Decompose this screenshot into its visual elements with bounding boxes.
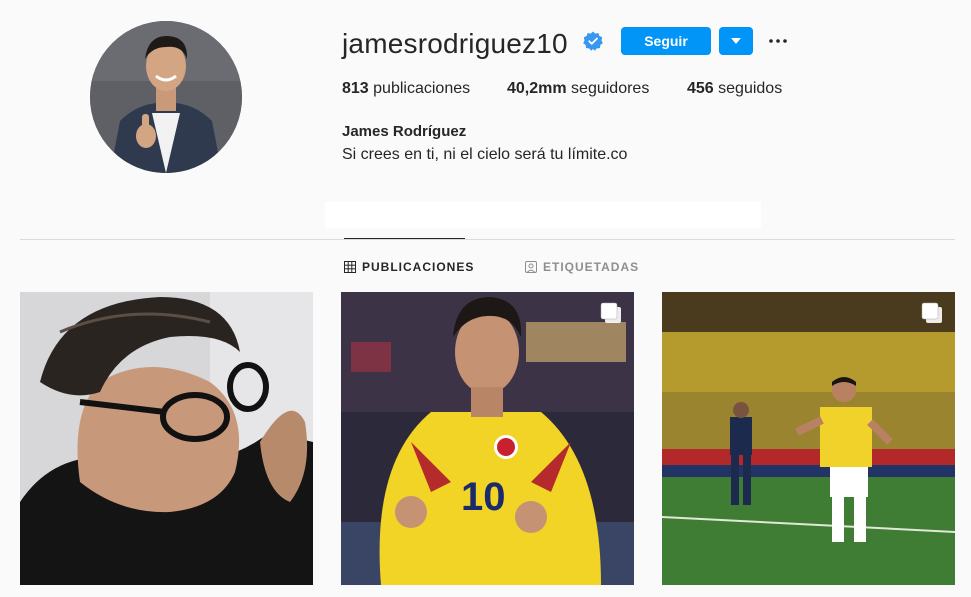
post-thumbnail[interactable]: [662, 292, 955, 585]
active-tab-indicator: [344, 238, 465, 239]
followers-count: 40,2mm: [507, 80, 567, 97]
follow-button[interactable]: Seguir: [621, 27, 711, 55]
grid-icon: [344, 261, 356, 273]
posts-count-stat: 813 publicaciones: [342, 80, 507, 102]
caret-down-icon: [731, 38, 741, 44]
tab-posts[interactable]: PUBLICACIONES: [344, 259, 474, 275]
profile-avatar[interactable]: [90, 21, 242, 173]
svg-text:10: 10: [461, 475, 506, 519]
posts-label: publicaciones: [373, 80, 471, 97]
profile-full-name: James Rodríguez: [342, 123, 467, 140]
carousel-icon: [600, 302, 621, 323]
tagged-icon: [525, 261, 537, 273]
post-thumbnail[interactable]: [20, 292, 313, 585]
more-options-button[interactable]: [766, 30, 790, 52]
highlights-area: [325, 202, 761, 228]
tabs-divider: [20, 239, 955, 240]
post-thumbnail[interactable]: 10: [341, 292, 634, 585]
tab-posts-label: PUBLICACIONES: [362, 260, 475, 274]
followers-stat[interactable]: 40,2mm seguidores: [507, 80, 687, 102]
following-count: 456: [687, 80, 714, 97]
profile-stats: 813 publicaciones 40,2mm seguidores 456 …: [342, 80, 782, 102]
posts-count: 813: [342, 80, 369, 97]
following-label: seguidos: [718, 80, 783, 97]
suggestions-dropdown-button[interactable]: [719, 27, 753, 55]
tab-tagged-label: ETIQUETADAS: [543, 260, 640, 274]
followers-label: seguidores: [571, 80, 650, 97]
verified-badge-icon: [583, 31, 603, 51]
more-options-icon: [769, 39, 787, 43]
profile-username: jamesrodriguez10: [342, 28, 568, 59]
carousel-icon: [921, 302, 942, 323]
following-stat[interactable]: 456 seguidos: [687, 80, 782, 102]
profile-bio: Si crees en ti, ni el cielo será tu lími…: [342, 146, 628, 163]
tab-tagged[interactable]: ETIQUETADAS: [525, 259, 639, 275]
